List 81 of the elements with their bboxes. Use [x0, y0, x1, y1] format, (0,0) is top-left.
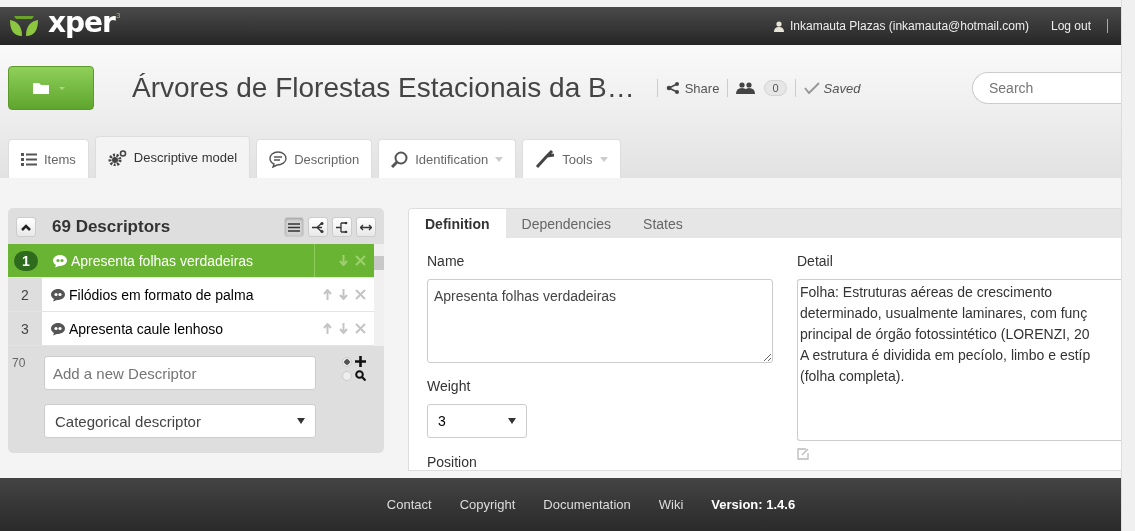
- descriptor-name: Apresenta folhas verdadeiras: [71, 252, 255, 269]
- project-title: Árvores de Florestas Estacionais da B…: [132, 72, 635, 104]
- arrow-down-icon[interactable]: [339, 289, 348, 300]
- version-label: Version: 1.4.6: [711, 497, 796, 512]
- descriptor-row[interactable]: 1 Apresenta folhas verdadeiras: [8, 244, 374, 278]
- name-field[interactable]: Apresenta folhas verdadeiras: [427, 279, 773, 363]
- weight-dropdown[interactable]: 3: [427, 404, 527, 438]
- radio-button[interactable]: [342, 370, 352, 381]
- descriptor-number: 2: [8, 278, 42, 311]
- main-tab[interactable]: Description: [256, 139, 373, 178]
- search-icon: [355, 370, 366, 381]
- arrow-up-icon[interactable]: [323, 323, 332, 334]
- descriptor-row[interactable]: 3 Apresenta caule lenhoso: [8, 312, 374, 346]
- main-tab[interactable]: Items: [8, 139, 89, 178]
- view-button[interactable]: [308, 217, 328, 237]
- arrow-up-icon[interactable]: [323, 289, 332, 300]
- version-mark: 3: [115, 11, 121, 20]
- chevron-up-icon: [21, 223, 31, 231]
- xper-logo: xper: [48, 5, 115, 39]
- footer-link[interactable]: Documentation: [543, 497, 631, 512]
- saved-status: Saved: [823, 80, 861, 96]
- close-icon[interactable]: [355, 323, 366, 334]
- new-descriptor-field[interactable]: Add a new Descriptor: [44, 356, 316, 390]
- speech-bubble-icon: [50, 287, 66, 302]
- branch-icon: [336, 221, 348, 233]
- arrow-down-icon[interactable]: [339, 255, 348, 266]
- footer-link[interactable]: Contact: [386, 497, 432, 512]
- edit-icon[interactable]: [797, 448, 809, 460]
- descriptor-number: 3: [8, 312, 42, 345]
- descriptor-count-title: 69 Descriptors: [52, 217, 171, 237]
- descriptor-number: 1: [14, 250, 38, 271]
- list-icon: [21, 152, 37, 166]
- detail-label: Detail: [797, 253, 834, 269]
- radio-button[interactable]: [342, 356, 352, 367]
- view-button[interactable]: [284, 217, 304, 237]
- horizontal-arrows-icon: [360, 223, 372, 231]
- folder-menu-button[interactable]: [8, 66, 94, 110]
- close-icon[interactable]: [355, 289, 366, 300]
- arrow-down-icon[interactable]: [339, 323, 348, 334]
- view-button[interactable]: [332, 217, 352, 237]
- detail-tab[interactable]: States: [627, 209, 699, 238]
- detail-tab[interactable]: Definition: [409, 209, 506, 238]
- list-icon: [288, 222, 300, 232]
- main-tab[interactable]: Tools: [522, 139, 621, 178]
- descriptor-name: Apresenta caule lenhoso: [69, 320, 225, 337]
- weight-label: Weight: [427, 378, 472, 394]
- plus-icon: [355, 356, 366, 367]
- detail-tab[interactable]: Dependencies: [505, 209, 628, 238]
- close-icon[interactable]: [355, 255, 366, 266]
- gears-icon: [107, 149, 127, 166]
- member-count: 0: [764, 80, 787, 96]
- page-scrollbar[interactable]: [1121, 0, 1135, 531]
- next-number: 70: [12, 356, 27, 372]
- descriptor-name: Filódios em formato de palma: [69, 286, 255, 303]
- speech-bubble-icon: [52, 253, 68, 268]
- scrollbar[interactable]: [374, 244, 384, 346]
- check-icon: [803, 82, 820, 94]
- speech-bubble-icon: [269, 150, 288, 168]
- share-button[interactable]: Share: [665, 80, 720, 96]
- wrench-icon: [535, 150, 556, 168]
- share-icon: [665, 82, 680, 94]
- caret-icon: [297, 418, 305, 424]
- search-field[interactable]: Search: [972, 72, 1122, 104]
- main-tab[interactable]: Identification: [378, 139, 517, 178]
- descriptor-row[interactable]: 2 Filódios em formato de palma: [8, 278, 374, 312]
- user-icon: [774, 20, 784, 32]
- caret-icon: [508, 418, 516, 424]
- collapse-button[interactable]: [16, 217, 36, 237]
- tree-icon: [312, 221, 324, 233]
- position-label: Position: [427, 454, 478, 470]
- users-icon: [736, 82, 757, 94]
- name-label: Name: [427, 253, 466, 269]
- footer-link[interactable]: Copyright: [459, 497, 516, 512]
- descriptor-type-dropdown[interactable]: Categorical descriptor: [44, 404, 316, 438]
- footer-link[interactable]: Wiki: [658, 497, 684, 512]
- logout-link[interactable]: Log out: [1050, 19, 1091, 33]
- magnifier-icon: [391, 150, 409, 168]
- user-name-link[interactable]: Inkamauta Plazas (inkamauta@hotmail.com): [790, 19, 1029, 33]
- main-tab[interactable]: Descriptive model: [94, 136, 251, 178]
- view-button[interactable]: [356, 217, 376, 237]
- speech-bubble-icon: [50, 321, 66, 336]
